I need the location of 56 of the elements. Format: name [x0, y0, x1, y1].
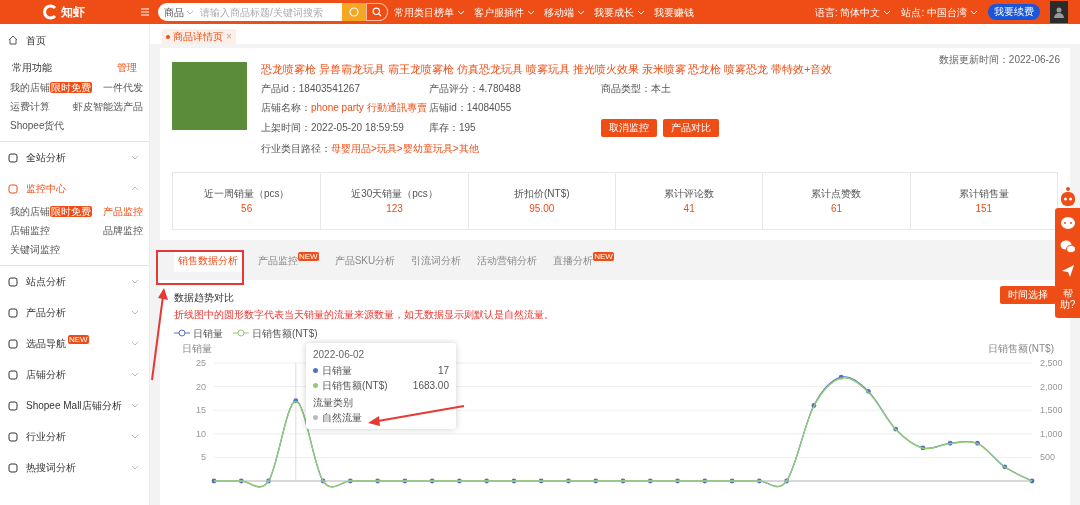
field-value: 4.780488	[479, 82, 521, 94]
axis-tick-label: 25	[196, 357, 206, 368]
chart-note: 折线图中的圆形数字代表当天销量的流量来源数量，如无数据显示则默认是自然流量。	[174, 307, 554, 322]
badge: NEW	[593, 252, 614, 262]
field-value: 14084055	[466, 101, 512, 113]
axis-tick-label: 10	[196, 428, 206, 439]
tooltip-label: 流量类别	[313, 395, 354, 410]
badge: 限时免费	[50, 82, 92, 93]
field-value: 2022-05-20 18:59:59	[311, 122, 404, 134]
axis-tick-label: 1,000	[1040, 428, 1063, 439]
stat-value: 123	[386, 201, 403, 216]
stat-label: 近一周销量（pcs）	[203, 186, 290, 201]
tooltip-label: 日销量	[322, 363, 352, 378]
axis-title: 日销量	[182, 342, 212, 355]
tooltip-label: 自然流量	[322, 410, 362, 425]
section-title: 常用功能	[12, 61, 52, 75]
stat-label: 折扣价(NT$)	[514, 186, 570, 201]
stat-value: 56	[241, 201, 253, 216]
axis-tick-label: 15	[196, 404, 206, 415]
axis-tick-label: 2,000	[1040, 381, 1063, 392]
stat-value: 41	[683, 201, 695, 216]
stat-label: 累计点赞数	[811, 186, 862, 201]
logo-text: 知虾	[61, 4, 85, 21]
stat-value: 61	[830, 201, 843, 216]
field-label: 产品评分：	[429, 82, 479, 94]
stat-label: 累计销售量	[958, 186, 1009, 201]
field-label: 产品id：	[261, 82, 299, 94]
axis-tick-label: 2,500	[1040, 357, 1063, 368]
badge: NEW	[298, 252, 319, 262]
field-label: 店铺id：	[429, 101, 467, 113]
field-label: 行业类目路径：	[261, 142, 331, 154]
chart-title: 数据趋势对比	[174, 290, 235, 305]
product-title: 恐龙喷雾枪 异兽霸龙玩具 霸王龙喷雾枪 仿真恐龙玩具 喷雾玩具 推光喷火效果 汞米喷雾 恐龙枪 喷雾恐龙 带特效+音效	[261, 62, 834, 77]
stat-value: 95.00	[529, 201, 555, 216]
axis-tick-label: 20	[196, 381, 206, 392]
axis-tick-label: 500	[1040, 452, 1056, 463]
tooltip-value: 1683.00	[412, 378, 449, 393]
badge: 限时免费	[50, 206, 92, 217]
axis-tick-label: 5	[201, 452, 206, 463]
field-label: 店铺名称：	[261, 101, 311, 113]
tooltip-date: 2022-06-02	[313, 347, 366, 362]
tooltip-label: 日销售额(NT$)	[322, 378, 388, 393]
update-time: 数据更新时间：2022-06-26	[938, 53, 1060, 67]
badge: NEW	[68, 335, 89, 344]
tooltip-value: 17	[437, 363, 449, 378]
field-value: 195	[459, 122, 476, 134]
field-label: 商品类型：	[601, 82, 651, 94]
axis-title: 日销售额(NT$)	[988, 342, 1054, 355]
stat-label: 近30天销量（pcs）	[351, 186, 438, 201]
field-label: 库存：	[429, 122, 459, 134]
field-label: 上架时间：	[261, 122, 311, 134]
field-value: 本土	[651, 82, 671, 94]
field-value: 18403541267	[298, 82, 360, 94]
stat-label: 累计评论数	[664, 186, 715, 201]
axis-tick-label: 1,500	[1040, 404, 1063, 415]
stat-value: 151	[975, 201, 993, 216]
